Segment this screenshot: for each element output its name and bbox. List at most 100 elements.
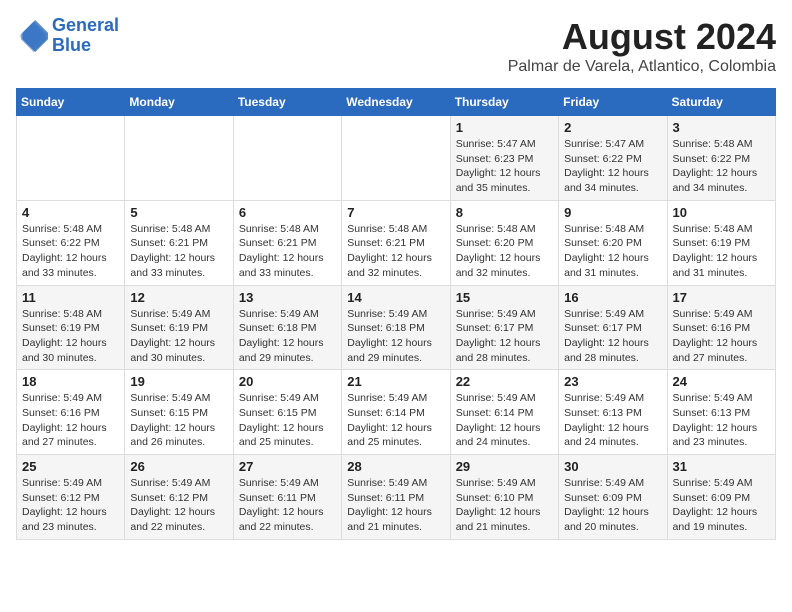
week-row-4: 18 Sunrise: 5:49 AM Sunset: 6:16 PM Dayli… <box>17 370 776 455</box>
logo-icon <box>16 20 48 52</box>
day-info: Sunrise: 5:49 AM Sunset: 6:13 PM Dayligh… <box>673 391 770 450</box>
weekday-header-sunday: Sunday <box>17 89 125 116</box>
calendar-cell: 8 Sunrise: 5:48 AM Sunset: 6:20 PM Daylig… <box>450 200 558 285</box>
subtitle: Palmar de Varela, Atlantico, Colombia <box>508 58 776 76</box>
day-number: 31 <box>673 459 770 474</box>
day-info: Sunrise: 5:49 AM Sunset: 6:18 PM Dayligh… <box>347 307 444 366</box>
day-number: 19 <box>130 374 227 389</box>
weekday-header-tuesday: Tuesday <box>233 89 341 116</box>
day-number: 21 <box>347 374 444 389</box>
day-info: Sunrise: 5:48 AM Sunset: 6:20 PM Dayligh… <box>564 222 661 281</box>
calendar-cell: 17Sunrise: 5:49 AM Sunset: 6:16 PM Dayli… <box>667 285 775 370</box>
day-number: 11 <box>22 290 119 305</box>
calendar-cell: 18 Sunrise: 5:49 AM Sunset: 6:16 PM Dayli… <box>17 370 125 455</box>
day-number: 23 <box>564 374 661 389</box>
calendar-cell: 26 Sunrise: 5:49 AM Sunset: 6:12 PM Dayli… <box>125 455 233 540</box>
calendar-cell: 3 Sunrise: 5:48 AM Sunset: 6:22 PM Daylig… <box>667 116 775 201</box>
day-info: Sunrise: 5:48 AM Sunset: 6:22 PM Dayligh… <box>673 137 770 196</box>
calendar-cell <box>342 116 450 201</box>
day-number: 12 <box>130 290 227 305</box>
weekday-header-monday: Monday <box>125 89 233 116</box>
calendar-table: SundayMondayTuesdayWednesdayThursdayFrid… <box>16 88 776 540</box>
day-number: 7 <box>347 205 444 220</box>
calendar-cell: 2Sunrise: 5:47 AM Sunset: 6:22 PM Daylig… <box>559 116 667 201</box>
day-info: Sunrise: 5:49 AM Sunset: 6:18 PM Dayligh… <box>239 307 336 366</box>
calendar-cell <box>233 116 341 201</box>
calendar-cell <box>125 116 233 201</box>
day-info: Sunrise: 5:49 AM Sunset: 6:09 PM Dayligh… <box>673 476 770 535</box>
logo: General Blue <box>16 16 119 56</box>
day-info: Sunrise: 5:48 AM Sunset: 6:19 PM Dayligh… <box>22 307 119 366</box>
calendar-cell: 9 Sunrise: 5:48 AM Sunset: 6:20 PM Daylig… <box>559 200 667 285</box>
day-info: Sunrise: 5:49 AM Sunset: 6:12 PM Dayligh… <box>22 476 119 535</box>
day-number: 6 <box>239 205 336 220</box>
weekday-header-row: SundayMondayTuesdayWednesdayThursdayFrid… <box>17 89 776 116</box>
day-info: Sunrise: 5:48 AM Sunset: 6:21 PM Dayligh… <box>130 222 227 281</box>
main-title: August 2024 <box>508 16 776 58</box>
week-row-5: 25Sunrise: 5:49 AM Sunset: 6:12 PM Dayli… <box>17 455 776 540</box>
day-info: Sunrise: 5:49 AM Sunset: 6:10 PM Dayligh… <box>456 476 553 535</box>
calendar-cell: 30Sunrise: 5:49 AM Sunset: 6:09 PM Dayli… <box>559 455 667 540</box>
calendar-cell: 25Sunrise: 5:49 AM Sunset: 6:12 PM Dayli… <box>17 455 125 540</box>
weekday-header-saturday: Saturday <box>667 89 775 116</box>
calendar-cell: 15Sunrise: 5:49 AM Sunset: 6:17 PM Dayli… <box>450 285 558 370</box>
week-row-1: 1Sunrise: 5:47 AM Sunset: 6:23 PM Daylig… <box>17 116 776 201</box>
day-number: 27 <box>239 459 336 474</box>
day-info: Sunrise: 5:49 AM Sunset: 6:09 PM Dayligh… <box>564 476 661 535</box>
day-info: Sunrise: 5:48 AM Sunset: 6:19 PM Dayligh… <box>673 222 770 281</box>
weekday-header-friday: Friday <box>559 89 667 116</box>
calendar-cell: 22 Sunrise: 5:49 AM Sunset: 6:14 PM Dayli… <box>450 370 558 455</box>
calendar-cell: 29 Sunrise: 5:49 AM Sunset: 6:10 PM Dayli… <box>450 455 558 540</box>
weekday-header-thursday: Thursday <box>450 89 558 116</box>
day-info: Sunrise: 5:49 AM Sunset: 6:13 PM Dayligh… <box>564 391 661 450</box>
day-info: Sunrise: 5:49 AM Sunset: 6:16 PM Dayligh… <box>673 307 770 366</box>
calendar-cell: 19Sunrise: 5:49 AM Sunset: 6:15 PM Dayli… <box>125 370 233 455</box>
calendar-cell: 1Sunrise: 5:47 AM Sunset: 6:23 PM Daylig… <box>450 116 558 201</box>
day-info: Sunrise: 5:49 AM Sunset: 6:14 PM Dayligh… <box>456 391 553 450</box>
day-number: 13 <box>239 290 336 305</box>
week-row-2: 4Sunrise: 5:48 AM Sunset: 6:22 PM Daylig… <box>17 200 776 285</box>
calendar-cell: 10 Sunrise: 5:48 AM Sunset: 6:19 PM Dayli… <box>667 200 775 285</box>
calendar-cell: 28 Sunrise: 5:49 AM Sunset: 6:11 PM Dayli… <box>342 455 450 540</box>
day-number: 8 <box>456 205 553 220</box>
week-row-3: 11 Sunrise: 5:48 AM Sunset: 6:19 PM Dayli… <box>17 285 776 370</box>
calendar-cell: 27Sunrise: 5:49 AM Sunset: 6:11 PM Dayli… <box>233 455 341 540</box>
weekday-header-wednesday: Wednesday <box>342 89 450 116</box>
day-number: 28 <box>347 459 444 474</box>
calendar-cell: 5 Sunrise: 5:48 AM Sunset: 6:21 PM Daylig… <box>125 200 233 285</box>
calendar-cell: 12Sunrise: 5:49 AM Sunset: 6:19 PM Dayli… <box>125 285 233 370</box>
day-info: Sunrise: 5:48 AM Sunset: 6:20 PM Dayligh… <box>456 222 553 281</box>
day-info: Sunrise: 5:49 AM Sunset: 6:12 PM Dayligh… <box>130 476 227 535</box>
calendar-cell: 31 Sunrise: 5:49 AM Sunset: 6:09 PM Dayli… <box>667 455 775 540</box>
day-number: 16 <box>564 290 661 305</box>
day-number: 20 <box>239 374 336 389</box>
day-info: Sunrise: 5:49 AM Sunset: 6:14 PM Dayligh… <box>347 391 444 450</box>
calendar-cell <box>17 116 125 201</box>
day-number: 29 <box>456 459 553 474</box>
calendar-cell: 20Sunrise: 5:49 AM Sunset: 6:15 PM Dayli… <box>233 370 341 455</box>
day-number: 14 <box>347 290 444 305</box>
title-block: August 2024 Palmar de Varela, Atlantico,… <box>508 16 776 76</box>
calendar-cell: 24 Sunrise: 5:49 AM Sunset: 6:13 PM Dayli… <box>667 370 775 455</box>
day-number: 24 <box>673 374 770 389</box>
calendar-cell: 4Sunrise: 5:48 AM Sunset: 6:22 PM Daylig… <box>17 200 125 285</box>
calendar-cell: 13 Sunrise: 5:49 AM Sunset: 6:18 PM Dayli… <box>233 285 341 370</box>
calendar-cell: 16Sunrise: 5:49 AM Sunset: 6:17 PM Dayli… <box>559 285 667 370</box>
header: General Blue August 2024 Palmar de Varel… <box>16 16 776 76</box>
day-info: Sunrise: 5:49 AM Sunset: 6:11 PM Dayligh… <box>347 476 444 535</box>
day-number: 18 <box>22 374 119 389</box>
day-info: Sunrise: 5:47 AM Sunset: 6:23 PM Dayligh… <box>456 137 553 196</box>
day-number: 26 <box>130 459 227 474</box>
calendar-cell: 11 Sunrise: 5:48 AM Sunset: 6:19 PM Dayli… <box>17 285 125 370</box>
calendar-cell: 21 Sunrise: 5:49 AM Sunset: 6:14 PM Dayli… <box>342 370 450 455</box>
logo-line2: Blue <box>52 35 91 55</box>
calendar-cell: 7Sunrise: 5:48 AM Sunset: 6:21 PM Daylig… <box>342 200 450 285</box>
day-info: Sunrise: 5:49 AM Sunset: 6:16 PM Dayligh… <box>22 391 119 450</box>
day-info: Sunrise: 5:49 AM Sunset: 6:17 PM Dayligh… <box>456 307 553 366</box>
day-number: 4 <box>22 205 119 220</box>
day-number: 22 <box>456 374 553 389</box>
day-number: 3 <box>673 120 770 135</box>
day-number: 10 <box>673 205 770 220</box>
day-number: 5 <box>130 205 227 220</box>
day-number: 9 <box>564 205 661 220</box>
